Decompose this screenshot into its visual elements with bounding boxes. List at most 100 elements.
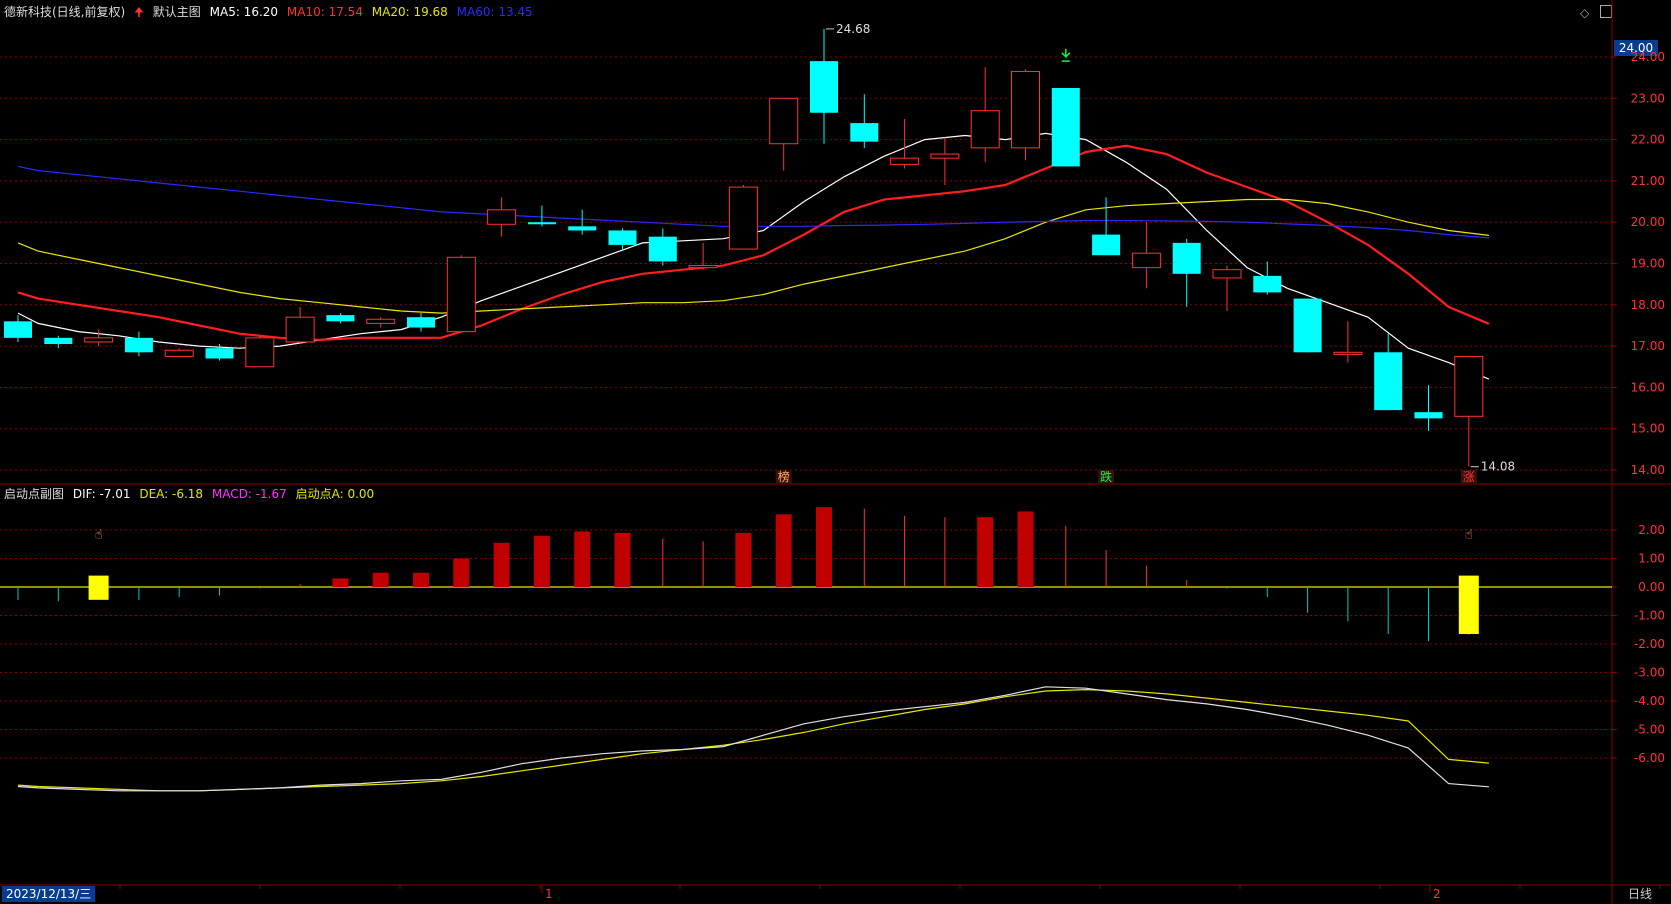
- candle: [446, 255, 476, 333]
- candle-body: [164, 349, 194, 357]
- macd-bar: [413, 572, 429, 587]
- candle-body: [124, 337, 153, 353]
- dea-line: [17, 688, 1489, 792]
- macd-bar: [533, 535, 550, 587]
- candle-body: [1333, 351, 1363, 355]
- candle: [1131, 222, 1161, 289]
- sub-tick-label: 1.00: [1638, 552, 1665, 566]
- candle-body: [1131, 252, 1161, 269]
- candle: [1253, 261, 1282, 295]
- candle: [810, 28, 838, 144]
- price-tick-label: 17.00: [1631, 339, 1665, 353]
- candle: [1172, 238, 1201, 307]
- macd-bar: [735, 532, 752, 587]
- candle: [84, 329, 114, 347]
- candle: [1414, 385, 1443, 431]
- candle: [124, 331, 153, 357]
- macd-bar: [1017, 511, 1034, 587]
- candle-body: [84, 337, 114, 343]
- macd-bar: [977, 517, 994, 587]
- sub-tick-label: 0.00: [1638, 580, 1665, 594]
- candle-body: [326, 315, 355, 322]
- candle-body: [688, 265, 718, 269]
- candle: [1212, 265, 1242, 311]
- sell-arrow-icon: [1061, 48, 1071, 62]
- candle-body: [1293, 298, 1322, 353]
- candle: [1333, 321, 1363, 363]
- price-tick-label: 16.00: [1631, 380, 1665, 394]
- candle: [1051, 87, 1080, 167]
- price-tick-label: 21.00: [1631, 174, 1665, 188]
- candle-body: [608, 230, 637, 245]
- sub-tick-label: -3.00: [1634, 666, 1665, 680]
- sub-tick-label: -2.00: [1634, 637, 1665, 651]
- candle: [164, 348, 194, 357]
- hand-pointer-icon: ☝: [95, 528, 103, 543]
- price-grid: [0, 56, 1612, 471]
- candle: [1374, 333, 1403, 411]
- candle: [769, 97, 799, 171]
- start-point-marker: [88, 575, 109, 600]
- candle-body: [890, 157, 920, 165]
- candle-body: [930, 153, 960, 159]
- price-tick-label: 14.00: [1631, 463, 1665, 477]
- candle: [728, 185, 758, 250]
- candle: [1092, 197, 1121, 256]
- ma-lines: [17, 132, 1490, 380]
- sub-tick-label: -5.00: [1634, 723, 1665, 737]
- macd-bar: [372, 572, 389, 587]
- candle: [4, 315, 32, 342]
- stock-chart[interactable]: 24.00 23.00 22.00 21.00 20.00 19.00 18.00 17.00…: [0, 0, 1671, 904]
- price-axis: 24.00 23.00 22.00 21.00 20.00 19.00 18.00 17.00…: [1612, 50, 1665, 477]
- ma5-line: [17, 132, 1490, 380]
- candle: [487, 197, 517, 237]
- candle-body: [245, 337, 275, 368]
- extreme-price-label: 14.08: [1481, 460, 1515, 474]
- candle-body: [446, 256, 476, 333]
- candle: [326, 313, 355, 324]
- signal-label: 跌: [1100, 469, 1112, 484]
- candle-body: [1092, 234, 1121, 256]
- hand-pointer-icon: ☝: [1465, 528, 1473, 543]
- price-tick-label: 19.00: [1631, 257, 1665, 271]
- candle-body: [970, 110, 1000, 149]
- macd-bar: [332, 578, 349, 587]
- candle: [44, 335, 73, 349]
- candle: [1011, 69, 1040, 161]
- macd-bar: [775, 514, 792, 587]
- candle-body: [648, 236, 677, 262]
- candle: [407, 313, 435, 332]
- signal-label: 涨: [1463, 469, 1475, 484]
- candle-body: [366, 318, 396, 324]
- candle: [850, 94, 879, 148]
- extreme-price-label: 24.68: [836, 22, 870, 36]
- candle-body: [44, 337, 73, 345]
- candle: [285, 306, 315, 345]
- macd-bar: [816, 507, 832, 587]
- macd-bar: [453, 558, 470, 587]
- candle-body: [728, 186, 758, 250]
- sub-lines: [17, 686, 1489, 792]
- macd-bars: ☝ ☝: [17, 507, 1479, 642]
- macd-bar: [493, 542, 510, 587]
- price-tick-label: 18.00: [1631, 298, 1665, 312]
- candle-body: [1212, 269, 1242, 279]
- macd-bar: [614, 532, 631, 587]
- candle-body: [407, 317, 435, 328]
- price-tick-label: 20.00: [1631, 215, 1665, 229]
- candle-body: [1253, 275, 1282, 293]
- candle: [688, 242, 718, 270]
- candle-body: [769, 97, 799, 145]
- candle-body: [568, 226, 597, 231]
- signal-label: 榜: [778, 469, 790, 484]
- price-tick-label: 23.00: [1631, 91, 1665, 105]
- chart-frame: [0, 0, 1671, 904]
- price-tick-label: 22.00: [1631, 133, 1665, 147]
- price-tick-label: 24.00: [1631, 50, 1665, 64]
- candle: [366, 317, 396, 328]
- candle-body: [1011, 70, 1040, 149]
- x-tick-label: 1: [545, 887, 553, 901]
- dif-line: [17, 686, 1489, 792]
- sub-tick-label: 2.00: [1638, 523, 1665, 537]
- candle-body: [850, 123, 879, 142]
